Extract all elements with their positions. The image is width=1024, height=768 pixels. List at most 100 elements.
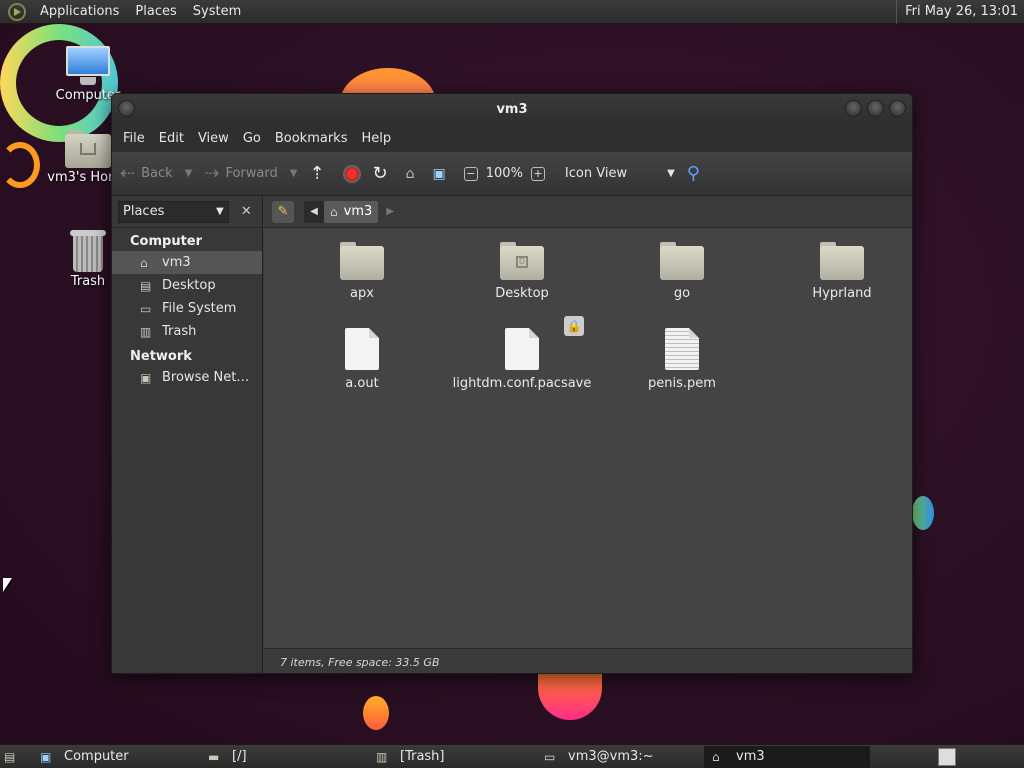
- menu-help[interactable]: Help: [354, 131, 398, 146]
- wallpaper-ring-small: [0, 142, 40, 188]
- minimize-button[interactable]: [845, 100, 862, 117]
- taskbar-item-vm3[interactable]: ⌂ vm3: [704, 745, 870, 768]
- home-folder-icon: ⌂: [330, 204, 338, 219]
- file-icon: [505, 328, 539, 370]
- file-item-hyprland[interactable]: Hyprland: [767, 242, 912, 301]
- file-label: a.out: [345, 376, 379, 391]
- home-folder-icon: [65, 128, 111, 168]
- menu-system[interactable]: System: [185, 4, 249, 19]
- side-pane: Places ▼ ✕ Computer ⌂ vm3 ▤ Desktop ▭ Fi…: [112, 196, 263, 673]
- search-icon: ⚲: [686, 163, 700, 184]
- trash-icon: ▥: [140, 324, 152, 339]
- file-item-apx[interactable]: apx: [287, 242, 437, 301]
- home-folder-icon: ⌂: [712, 749, 720, 764]
- menu-places[interactable]: Places: [127, 4, 184, 19]
- path-right-arrow-icon[interactable]: ▶: [386, 206, 394, 217]
- sidebar-item-label: Trash: [162, 324, 197, 339]
- chevron-down-icon: ▼: [667, 168, 675, 179]
- back-label: Back: [141, 166, 173, 181]
- trash-icon: ▥: [376, 749, 388, 764]
- maximize-button[interactable]: [867, 100, 884, 117]
- menu-applications[interactable]: Applications: [32, 4, 127, 19]
- zoom-in-icon[interactable]: +: [530, 166, 545, 181]
- side-pane-selector-label: Places: [123, 204, 165, 219]
- file-item-penis-pem[interactable]: penis.pem: [607, 328, 757, 391]
- breadcrumb-label: vm3: [343, 204, 373, 219]
- back-dropdown-icon[interactable]: ▼: [185, 168, 193, 179]
- up-button[interactable]: ⇡: [309, 163, 330, 184]
- desktop-folder-icon: D: [500, 242, 544, 280]
- folder-icon: ▬: [208, 749, 220, 764]
- top-panel: Applications Places System Fri May 26, 1…: [0, 0, 1024, 24]
- file-item-lightdm-conf-pacsave[interactable]: 🔒 lightdm.conf.pacsave: [447, 316, 597, 391]
- taskbar-label: vm3@vm3:~: [568, 749, 654, 764]
- toolbar: ⇠ Back ▼ ⇢ Forward ▼ ⇡ ↻ ⌂ ▣ − 100% + Ic…: [112, 152, 912, 196]
- file-item-desktop[interactable]: D Desktop: [447, 242, 597, 301]
- workspace-switcher[interactable]: [938, 748, 956, 766]
- forward-button[interactable]: ⇢ Forward ▼: [204, 163, 297, 184]
- breadcrumb-vm3[interactable]: ⌂ vm3: [324, 200, 379, 223]
- stop-icon: [342, 164, 361, 183]
- file-item-a-out[interactable]: a.out: [287, 328, 437, 391]
- forward-dropdown-icon[interactable]: ▼: [290, 168, 298, 179]
- menu-view[interactable]: View: [191, 131, 236, 146]
- back-button[interactable]: ⇠ Back ▼: [120, 163, 192, 184]
- sidebar-item-trash[interactable]: ▥ Trash: [112, 320, 262, 343]
- sidebar-item-vm3[interactable]: ⌂ vm3: [112, 251, 262, 274]
- forward-arrow-icon: ⇢: [204, 163, 220, 184]
- wallpaper-blob: [912, 496, 934, 530]
- sidebar-item-desktop[interactable]: ▤ Desktop: [112, 274, 262, 297]
- window-menu-icon[interactable]: [118, 100, 135, 117]
- view-mode-select[interactable]: Icon View ▼: [565, 166, 675, 181]
- close-icon[interactable]: ✕: [237, 202, 256, 222]
- sidebar-item-browse-network[interactable]: ▣ Browse Net…: [112, 366, 262, 389]
- trash-icon: [70, 230, 106, 272]
- computer-icon: [64, 46, 112, 86]
- text-file-icon: [665, 328, 699, 370]
- network-icon: ▣: [140, 370, 152, 385]
- menubar: File Edit View Go Bookmarks Help: [112, 124, 912, 152]
- edit-location-icon[interactable]: ✎: [272, 200, 294, 223]
- reload-button[interactable]: ↻: [373, 163, 394, 184]
- desktop-folder-icon: ▤: [140, 278, 152, 293]
- menu-bookmarks[interactable]: Bookmarks: [268, 131, 355, 146]
- home-button[interactable]: ⌂: [406, 166, 421, 182]
- taskbar-item-root[interactable]: ▬ [/]: [200, 746, 366, 768]
- taskbar-label: Computer: [64, 749, 129, 764]
- terminal-icon: ▭: [544, 749, 556, 764]
- icon-view[interactable]: apx D Desktop go Hyprland a.out 🔒 lightd…: [264, 228, 912, 648]
- taskbar-item-trash[interactable]: ▥ [Trash]: [368, 746, 534, 768]
- close-button[interactable]: [889, 100, 906, 117]
- file-item-go[interactable]: go: [607, 242, 757, 301]
- zoom-out-icon[interactable]: −: [463, 166, 478, 181]
- window-titlebar[interactable]: vm3: [112, 94, 912, 124]
- stop-button[interactable]: [342, 164, 361, 183]
- taskbar-item-computer[interactable]: ▣ Computer: [32, 746, 198, 768]
- menu-edit[interactable]: Edit: [152, 131, 191, 146]
- file-label: Hyprland: [812, 286, 872, 301]
- file-label: lightdm.conf.pacsave: [452, 376, 592, 391]
- menu-file[interactable]: File: [116, 131, 152, 146]
- distro-logo-icon[interactable]: [8, 2, 26, 21]
- file-label: Desktop: [495, 286, 549, 301]
- window-title: vm3: [496, 101, 528, 117]
- menu-go[interactable]: Go: [236, 131, 268, 146]
- search-button[interactable]: ⚲: [687, 163, 706, 184]
- taskbar-label: [Trash]: [400, 749, 445, 764]
- mouse-cursor-icon: [3, 578, 12, 592]
- view-mode-label: Icon View: [564, 166, 628, 181]
- taskbar-label: vm3: [736, 749, 765, 764]
- wallpaper-blob: [363, 696, 389, 730]
- path-left-arrow-icon[interactable]: ◀: [304, 200, 324, 223]
- side-section-network: Network: [130, 349, 192, 364]
- location-bar: ✎ ◀ ⌂ vm3 ▶: [264, 196, 912, 228]
- taskbar-item-terminal[interactable]: ▭ vm3@vm3:~: [536, 746, 702, 768]
- show-desktop-icon[interactable]: ▤: [4, 747, 24, 767]
- computer-button[interactable]: ▣: [433, 166, 452, 182]
- sidebar-item-label: Desktop: [162, 278, 216, 293]
- sidebar-item-file-system[interactable]: ▭ File System: [112, 297, 262, 320]
- lock-icon: 🔒: [564, 316, 584, 336]
- home-folder-icon: ⌂: [140, 255, 148, 270]
- clock[interactable]: Fri May 26, 13:01: [896, 0, 1018, 24]
- side-pane-selector[interactable]: Places ▼: [118, 200, 229, 223]
